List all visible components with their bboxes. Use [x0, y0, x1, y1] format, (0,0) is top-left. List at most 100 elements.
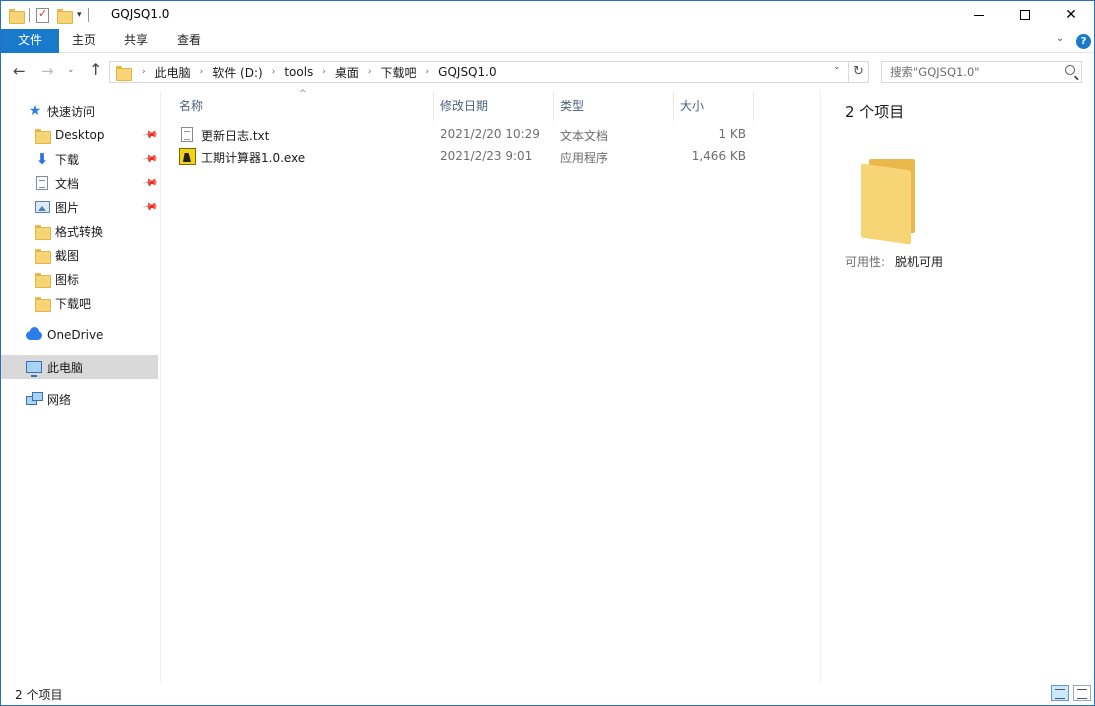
recent-locations-chevron-icon[interactable]: ⌄	[67, 65, 75, 75]
details-view-icon[interactable]	[1051, 685, 1069, 701]
sidebar-item-pictures[interactable]: 图片 📌	[1, 195, 159, 219]
navigation-bar: ← → ⌄ ↑ › 此电脑 › 软件 (D:) › tools › 桌面 › 下…	[1, 54, 1094, 90]
address-history-chevron-icon[interactable]: ⌄	[833, 62, 841, 72]
sidebar-item-onedrive[interactable]: OneDrive	[1, 323, 158, 347]
column-divider[interactable]	[553, 91, 554, 121]
download-icon: ⬇	[35, 150, 49, 168]
file-row[interactable]: 更新日志.txt 2021/2/20 10:29 文本文档 1 KB	[177, 124, 767, 146]
breadcrumb-tools[interactable]: tools	[284, 65, 313, 79]
forward-arrow-icon[interactable]: →	[41, 62, 54, 80]
computer-icon	[26, 359, 42, 377]
breadcrumb-desktop[interactable]: 桌面	[335, 64, 359, 81]
breadcrumb-separator-icon[interactable]: ›	[142, 67, 146, 77]
breadcrumb-separator-icon[interactable]: ›	[200, 67, 204, 77]
document-icon	[34, 175, 50, 191]
sidebar-item-documents[interactable]: 文档 📌	[1, 171, 159, 195]
sidebar-item-format-convert[interactable]: 格式转换	[1, 219, 158, 243]
refresh-button[interactable]: ↻	[849, 61, 869, 83]
file-row[interactable]: 工期计算器1.0.exe 2021/2/23 9:01 应用程序 1,466 K…	[177, 146, 767, 168]
tab-home[interactable]: 主页	[61, 29, 107, 53]
sidebar-item-label: 截图	[55, 248, 80, 263]
title-bar: ▾ GQJSQ1.0 ✕	[1, 1, 1094, 29]
toolbar-divider	[87, 8, 89, 22]
folder-icon	[34, 223, 51, 240]
column-header-size[interactable]: 大小	[676, 95, 704, 119]
sidebar-item-quick-access[interactable]: ★ 快速访问	[1, 99, 158, 123]
sidebar-item-desktop[interactable]: Desktop 📌	[1, 123, 159, 147]
file-list: ^ 名称 修改日期 类型 大小 更新日志.txt 2021/2/20 10:29…	[161, 89, 819, 683]
search-box[interactable]	[881, 61, 1082, 83]
sidebar-item-icons[interactable]: 图标	[1, 267, 158, 291]
minimize-icon	[974, 14, 984, 16]
sidebar-item-label: 下载	[55, 152, 80, 167]
tab-share[interactable]: 共享	[113, 29, 159, 53]
folder-icon	[34, 247, 51, 264]
column-header-name[interactable]: 名称	[175, 95, 203, 119]
address-bar[interactable]: › 此电脑 › 软件 (D:) › tools › 桌面 › 下载吧 › GQJ…	[109, 61, 849, 83]
sidebar-item-label: 图标	[55, 272, 80, 287]
sidebar-item-network[interactable]: 网络	[1, 387, 158, 411]
sidebar-item-screenshots[interactable]: 截图	[1, 243, 158, 267]
tab-file[interactable]: 文件	[1, 29, 59, 53]
file-type: 文本文档	[560, 129, 609, 143]
sidebar-item-downloads[interactable]: ⬇ 下载 📌	[1, 147, 159, 171]
pin-icon[interactable]: 📌	[142, 175, 159, 191]
breadcrumb-separator-icon[interactable]: ›	[272, 67, 276, 77]
breadcrumb-separator-icon[interactable]: ›	[426, 67, 430, 77]
file-type: 应用程序	[560, 151, 609, 165]
details-pane: 2 个项目 可用性: 脱机可用	[820, 91, 1094, 683]
back-arrow-icon[interactable]: ←	[13, 62, 26, 80]
breadcrumb-separator-icon[interactable]: ›	[368, 67, 372, 77]
folder-icon	[9, 8, 25, 24]
file-size: 1,466 KB	[691, 149, 746, 163]
large-icons-view-icon[interactable]	[1073, 685, 1091, 701]
breadcrumb-separator-icon[interactable]: ›	[322, 67, 326, 77]
pin-icon[interactable]: 📌	[142, 199, 159, 215]
close-button[interactable]: ✕	[1048, 1, 1094, 29]
sidebar-item-xiazaiba[interactable]: 下载吧	[1, 291, 158, 315]
details-item-count: 2 个项目	[845, 103, 905, 121]
column-divider[interactable]	[673, 91, 674, 121]
expand-ribbon-chevron-icon[interactable]: ⌄	[1056, 33, 1064, 44]
availability-label: 可用性:	[845, 255, 886, 269]
sidebar-item-label: 下载吧	[55, 296, 92, 311]
tab-view[interactable]: 查看	[165, 29, 213, 53]
window-title: GQJSQ1.0	[111, 7, 170, 21]
pin-icon[interactable]: 📌	[142, 151, 159, 167]
navigation-pane: ★ 快速访问 Desktop 📌 ⬇ 下载 📌 文档 📌 图片 📌 格式转换 截…	[1, 91, 160, 683]
breadcrumb-this-pc[interactable]: 此电脑	[155, 64, 191, 81]
sidebar-item-this-pc[interactable]: 此电脑	[1, 355, 158, 379]
breadcrumb-drive-d[interactable]: 软件 (D:)	[212, 64, 262, 81]
search-icon	[1065, 65, 1075, 75]
search-input[interactable]	[890, 65, 1060, 79]
sidebar-item-label: 格式转换	[55, 224, 104, 239]
sidebar-item-label: OneDrive	[47, 328, 104, 342]
breadcrumb-download[interactable]: 下载吧	[381, 64, 417, 81]
column-divider[interactable]	[433, 91, 434, 121]
availability-value: 脱机可用	[895, 255, 944, 269]
folder-icon	[34, 127, 51, 144]
minimize-button[interactable]	[956, 1, 1002, 29]
properties-icon[interactable]	[36, 7, 49, 23]
new-folder-icon[interactable]	[57, 8, 73, 24]
column-header-date[interactable]: 修改日期	[436, 95, 488, 119]
breadcrumb-current-folder[interactable]: GQJSQ1.0	[438, 65, 496, 79]
column-divider[interactable]	[753, 91, 754, 121]
network-icon	[26, 391, 43, 407]
status-bar: 2 个项目	[1, 683, 1094, 705]
help-icon[interactable]: ?	[1076, 34, 1091, 49]
folder-icon	[116, 65, 132, 81]
cloud-icon	[26, 326, 42, 343]
pin-icon[interactable]: 📌	[142, 127, 159, 143]
sort-ascending-icon: ^	[299, 89, 307, 99]
customize-toolbar-chevron-icon[interactable]: ▾	[77, 10, 82, 20]
column-header-type[interactable]: 类型	[556, 95, 584, 119]
up-arrow-icon[interactable]: ↑	[89, 60, 102, 79]
large-folder-icon	[861, 159, 917, 245]
exe-file-icon	[179, 148, 196, 165]
sidebar-item-label: 此电脑	[47, 360, 84, 375]
sidebar-item-label: 快速访问	[47, 104, 96, 119]
maximize-button[interactable]	[1002, 1, 1048, 29]
file-name: 工期计算器1.0.exe	[201, 151, 306, 165]
sidebar-item-label: 网络	[47, 392, 72, 407]
